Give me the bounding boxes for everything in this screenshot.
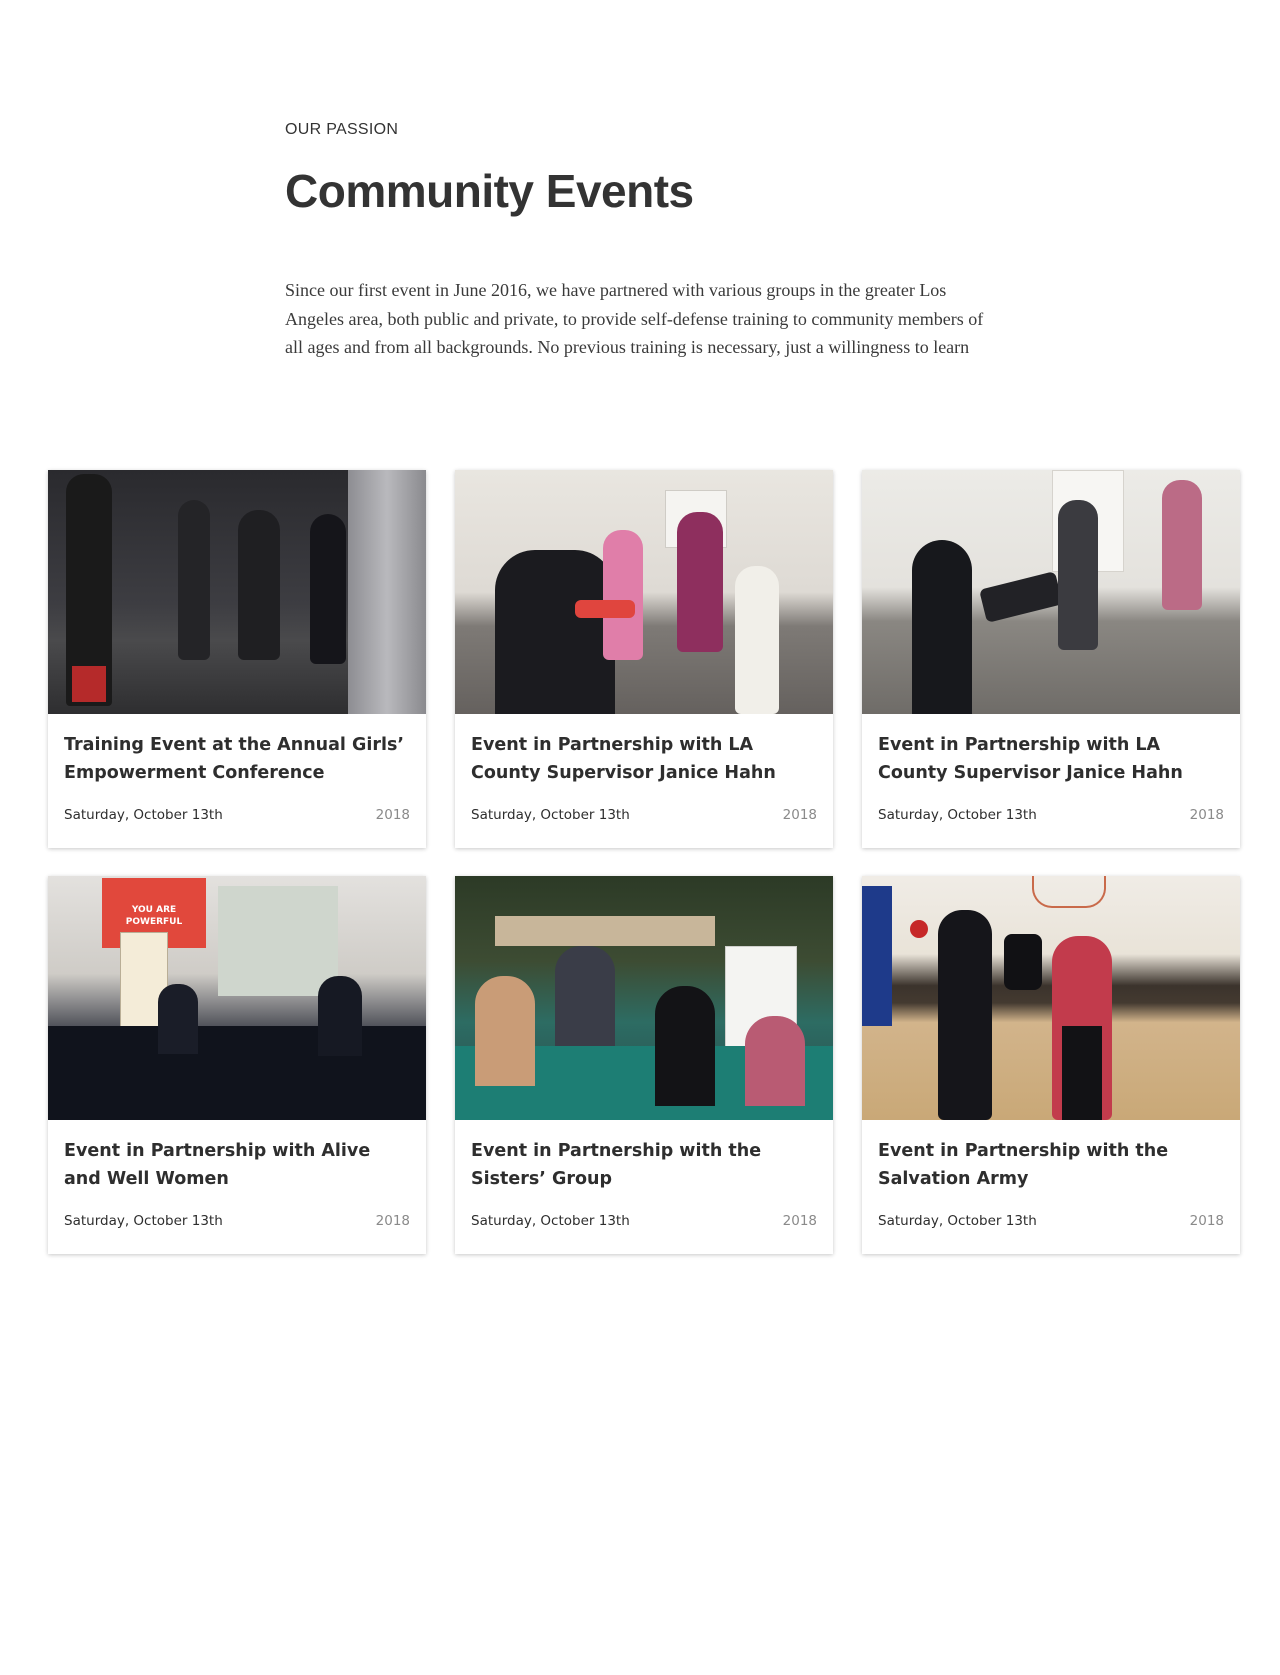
event-card[interactable]: Event in Partnership with LA County Supe… — [455, 470, 833, 848]
card-body: Event in Partnership with the Salvation … — [862, 1120, 1240, 1254]
kick-pad-shape — [1004, 934, 1042, 990]
event-title: Training Event at the Annual Girls’ Empo… — [64, 735, 405, 783]
event-title: Event in Partnership with Alive and Well… — [64, 1141, 371, 1189]
person-shape — [1162, 480, 1202, 610]
card-body: Event in Partnership with LA County Supe… — [455, 714, 833, 848]
audience-shape — [48, 1026, 426, 1120]
event-card[interactable]: Event in Partnership with LA County Supe… — [862, 470, 1240, 848]
curtain-shape — [348, 470, 426, 714]
person-shape — [158, 984, 198, 1054]
event-meta: Saturday, October 13th 2018 — [471, 807, 817, 823]
event-title: Event in Partnership with the Sisters’ G… — [471, 1141, 762, 1189]
event-year: 2018 — [1189, 1213, 1224, 1229]
person-shape — [912, 540, 972, 714]
person-shape — [475, 976, 535, 1086]
person-shape — [938, 910, 992, 1120]
kick-pad-shape — [979, 571, 1063, 623]
events-grid: Training Event at the Annual Girls’ Empo… — [48, 470, 1240, 1254]
event-year: 2018 — [782, 807, 817, 823]
event-date: Saturday, October 13th — [64, 807, 223, 823]
event-date: Saturday, October 13th — [471, 807, 630, 823]
intro-section: OUR PASSION Community Events Since our f… — [285, 118, 1005, 362]
building-shape — [495, 916, 715, 946]
page-title: Community Events — [285, 165, 694, 217]
person-shape — [318, 976, 362, 1056]
event-card[interactable]: Event in Partnership with the Sisters’ G… — [455, 876, 833, 1254]
event-card[interactable]: Training Event at the Annual Girls’ Empo… — [48, 470, 426, 848]
card-body: Training Event at the Annual Girls’ Empo… — [48, 714, 426, 848]
event-meta: Saturday, October 13th 2018 — [878, 807, 1224, 823]
person-legs-shape — [1062, 1026, 1102, 1120]
event-title: Event in Partnership with LA County Supe… — [471, 735, 776, 783]
event-photo — [455, 876, 833, 1120]
event-date: Saturday, October 13th — [64, 1213, 223, 1229]
window-shape — [218, 886, 338, 996]
event-year: 2018 — [1189, 807, 1224, 823]
wall-panel-shape — [862, 886, 892, 1026]
person-shape — [745, 1016, 805, 1106]
event-year: 2018 — [375, 807, 410, 823]
event-card[interactable]: YOU ARE POWERFUL Event in Partnership wi… — [48, 876, 426, 1254]
person-shape — [735, 566, 779, 714]
person-shape — [677, 512, 723, 652]
event-photo — [862, 470, 1240, 714]
section-description: Since our first event in June 2016, we h… — [285, 280, 984, 357]
person-shape — [178, 500, 210, 660]
event-meta: Saturday, October 13th 2018 — [64, 807, 410, 823]
event-card[interactable]: Event in Partnership with the Salvation … — [862, 876, 1240, 1254]
event-date: Saturday, October 13th — [878, 1213, 1037, 1229]
person-shape — [603, 530, 643, 660]
event-year: 2018 — [375, 1213, 410, 1229]
salvation-army-shield-icon — [910, 920, 928, 938]
event-date: Saturday, October 13th — [471, 1213, 630, 1229]
event-photo: YOU ARE POWERFUL — [48, 876, 426, 1120]
event-title: Event in Partnership with LA County Supe… — [878, 735, 1183, 783]
card-body: Event in Partnership with LA County Supe… — [862, 714, 1240, 848]
banner-text: YOU ARE POWERFUL — [125, 905, 183, 927]
kick-pad-shape — [575, 600, 635, 618]
event-meta: Saturday, October 13th 2018 — [64, 1213, 410, 1229]
event-photo — [862, 876, 1240, 1120]
card-body: Event in Partnership with the Sisters’ G… — [455, 1120, 833, 1254]
person-shape — [310, 514, 346, 664]
card-body: Event in Partnership with Alive and Well… — [48, 1120, 426, 1254]
dummy-base-shape — [72, 666, 106, 702]
event-year: 2018 — [782, 1213, 817, 1229]
person-shape — [1058, 500, 1098, 650]
event-meta: Saturday, October 13th 2018 — [878, 1213, 1224, 1229]
event-meta: Saturday, October 13th 2018 — [471, 1213, 817, 1229]
event-photo — [455, 470, 833, 714]
person-shape — [238, 510, 280, 660]
person-shape — [495, 550, 615, 714]
section-eyebrow: OUR PASSION — [285, 121, 399, 138]
event-photo — [48, 470, 426, 714]
event-title: Event in Partnership with the Salvation … — [878, 1141, 1169, 1189]
basketball-hoop-shape — [1032, 876, 1106, 908]
event-date: Saturday, October 13th — [878, 807, 1037, 823]
person-shape — [655, 986, 715, 1106]
